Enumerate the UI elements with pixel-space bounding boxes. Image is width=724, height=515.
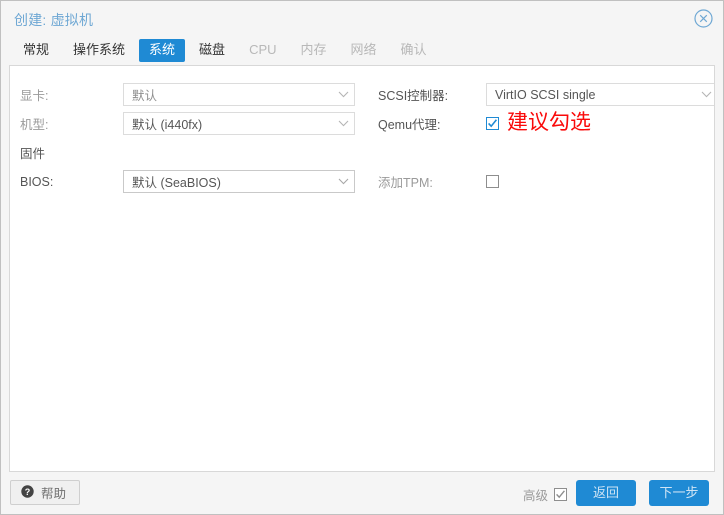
chevron-down-icon — [332, 120, 354, 127]
question-mark-circle-icon: ? — [21, 484, 34, 501]
tab-os[interactable]: 操作系统 — [63, 39, 135, 62]
field-add-tpm: 添加TPM: — [378, 167, 714, 196]
machine-select[interactable]: 默认 (i440fx) — [123, 112, 355, 135]
field-spacer — [378, 138, 714, 167]
tab-confirm[interactable]: 确认 — [391, 39, 437, 62]
help-button[interactable]: ? 帮助 — [10, 480, 81, 505]
qemu-agent-label: Qemu代理: — [378, 118, 441, 132]
add-tpm-checkbox[interactable] — [486, 175, 499, 188]
tab-disks[interactable]: 磁盘 — [189, 39, 235, 62]
bios-select-value: 默认 (SeaBIOS) — [132, 176, 221, 190]
content-wrapper: 显卡: 默认 机型: 默认 (i440fx) 固件 BIOS: 默认 (SeaB… — [1, 65, 723, 472]
add-tpm-label: 添加TPM: — [378, 176, 433, 190]
wizard-tabs: 常规 操作系统 系统 磁盘 CPU 内存 网络 确认 — [1, 35, 723, 65]
qemu-agent-checkbox[interactable] — [486, 117, 499, 130]
tab-memory[interactable]: 内存 — [291, 39, 337, 62]
annotation-text: 建议勾选 — [507, 110, 591, 134]
scsi-controller-select[interactable]: VirtIO SCSI single — [486, 83, 714, 106]
machine-select-value: 默认 (i440fx) — [132, 118, 203, 132]
dialog-title: 创建: 虚拟机 — [14, 12, 94, 28]
tab-network[interactable]: 网络 — [341, 39, 387, 62]
tab-cpu[interactable]: CPU — [239, 39, 286, 62]
machine-label: 机型: — [20, 118, 49, 132]
add-tpm-checkbox-slot — [486, 175, 516, 188]
field-scsi-controller: SCSI控制器: VirtIO SCSI single — [378, 80, 714, 109]
field-machine: 机型: 默认 (i440fx) — [20, 109, 365, 138]
dialog-titlebar: 创建: 虚拟机 — [1, 1, 723, 35]
chevron-down-icon — [695, 91, 714, 98]
help-button-label: 帮助 — [41, 487, 67, 501]
close-icon[interactable] — [694, 9, 713, 28]
chevron-down-icon — [332, 91, 354, 98]
advanced-label: 高级 — [522, 489, 548, 503]
field-firmware-header: 固件 — [20, 138, 365, 167]
display-select-value: 默认 — [132, 89, 158, 103]
scsi-controller-label: SCSI控制器: — [378, 89, 449, 103]
dialog-footer: ? 帮助 高级 返回 下一步 — [1, 472, 723, 514]
display-select[interactable]: 默认 — [123, 83, 355, 106]
svg-text:?: ? — [25, 486, 31, 496]
advanced-toggle[interactable]: 高级 — [523, 485, 567, 504]
next-button[interactable]: 下一步 — [649, 480, 709, 506]
back-button[interactable]: 返回 — [576, 480, 636, 506]
tab-general[interactable]: 常规 — [13, 39, 59, 62]
tab-system[interactable]: 系统 — [139, 38, 186, 62]
firmware-label: 固件 — [20, 147, 46, 161]
create-vm-dialog: 创建: 虚拟机 常规 操作系统 系统 磁盘 CPU 内存 网络 确认 显卡: 默… — [0, 0, 724, 515]
field-qemu-agent: Qemu代理: 建议勾选 — [378, 109, 714, 138]
chevron-down-icon — [332, 178, 354, 185]
system-settings-panel: 显卡: 默认 机型: 默认 (i440fx) 固件 BIOS: 默认 (SeaB… — [9, 65, 715, 472]
form-column-left: 显卡: 默认 机型: 默认 (i440fx) 固件 BIOS: 默认 (SeaB… — [20, 80, 365, 196]
advanced-checkbox[interactable] — [554, 488, 567, 501]
bios-label: BIOS: — [20, 174, 54, 189]
display-label: 显卡: — [20, 89, 49, 103]
scsi-controller-value: VirtIO SCSI single — [495, 87, 596, 102]
form-column-right: SCSI控制器: VirtIO SCSI single Qemu代理: 建议勾选… — [378, 80, 714, 196]
field-bios: BIOS: 默认 (SeaBIOS) — [20, 167, 365, 196]
field-display: 显卡: 默认 — [20, 80, 365, 109]
bios-select[interactable]: 默认 (SeaBIOS) — [123, 170, 355, 193]
